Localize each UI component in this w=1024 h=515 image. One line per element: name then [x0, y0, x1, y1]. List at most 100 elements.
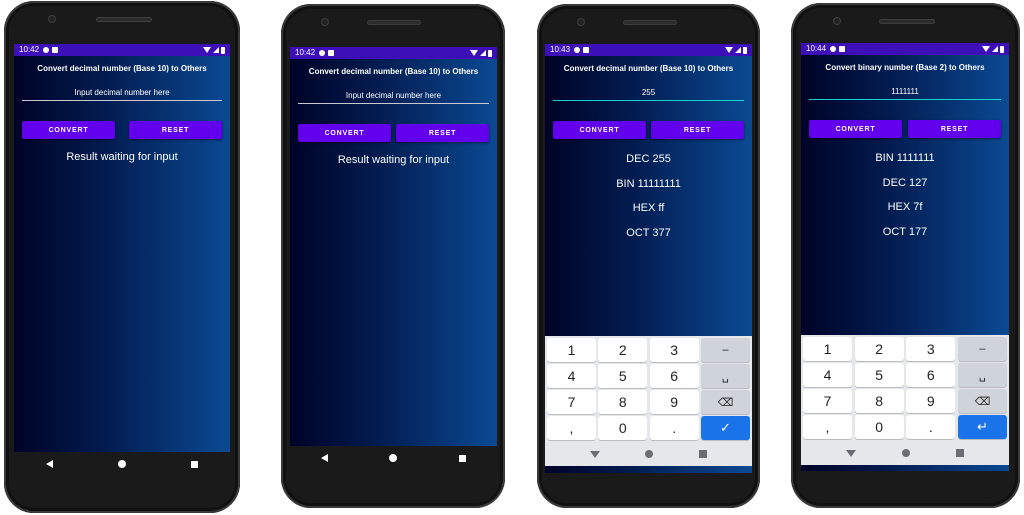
- backspace-icon[interactable]: ⌫: [700, 390, 750, 414]
- sim-icon: [839, 46, 846, 52]
- result-dec: DEC 127: [882, 176, 928, 189]
- result-oct: OCT 177: [882, 225, 928, 238]
- result-placeholder: Result waiting for input: [337, 154, 450, 166]
- key-0[interactable]: 0: [598, 416, 648, 440]
- key-8[interactable]: 8: [854, 389, 904, 413]
- results-list: DEC 255 BIN 11111111 HEX ff OCT 377: [545, 151, 752, 249]
- status-time: 10:42: [295, 48, 316, 57]
- key-minus[interactable]: –: [700, 338, 750, 362]
- back-icon[interactable]: [46, 460, 54, 468]
- signal-icon: [992, 46, 998, 52]
- key-7[interactable]: 7: [547, 390, 596, 414]
- key-8[interactable]: 8: [598, 390, 648, 414]
- home-icon[interactable]: [902, 449, 910, 457]
- signal-icon: [480, 50, 486, 56]
- number-input[interactable]: 255: [553, 87, 744, 101]
- key-minus[interactable]: –: [957, 337, 1007, 361]
- back-icon[interactable]: [589, 450, 600, 458]
- key-9[interactable]: 9: [649, 390, 699, 414]
- convert-button[interactable]: CONVERT: [298, 124, 391, 142]
- key-3[interactable]: 3: [649, 338, 699, 362]
- keyboard-nav-bar: [547, 442, 750, 466]
- status-time: 10:44: [806, 44, 827, 53]
- sim-icon: [583, 47, 590, 53]
- key-4[interactable]: 4: [547, 364, 596, 388]
- convert-button[interactable]: CONVERT: [809, 120, 902, 138]
- recents-icon[interactable]: [459, 454, 467, 462]
- key-3[interactable]: 3: [906, 337, 956, 361]
- button-row: CONVERT RESET: [553, 121, 744, 139]
- camera-icon: [321, 18, 329, 26]
- result-hex: HEX ff: [632, 202, 665, 214]
- sync-icon: [43, 47, 50, 53]
- sim-icon: [328, 50, 335, 56]
- recents-icon[interactable]: [699, 450, 708, 458]
- numeric-keyboard: 1 2 3 – 4 5 6 ␣ 7 8 9 ⌫: [801, 335, 1009, 465]
- check-icon[interactable]: ✓: [700, 416, 750, 440]
- keyboard-row: , 0 . ✓: [547, 416, 750, 440]
- space-key-icon[interactable]: ␣: [957, 363, 1007, 387]
- number-input[interactable]: Input decimal number here: [22, 87, 222, 101]
- back-icon[interactable]: [846, 449, 856, 457]
- result-placeholder: Result waiting for input: [66, 151, 178, 163]
- convert-button[interactable]: CONVERT: [553, 121, 646, 139]
- home-icon[interactable]: [389, 454, 398, 462]
- speaker-grille: [623, 20, 677, 25]
- screen-4: 10:44 Convert binary number (Base 2) to …: [801, 43, 1009, 471]
- key-1[interactable]: 1: [547, 338, 596, 362]
- page-title: Convert decimal number (Base 10) to Othe…: [563, 64, 734, 73]
- wifi-icon: [203, 47, 211, 53]
- status-time: 10:43: [550, 45, 571, 54]
- key-2[interactable]: 2: [854, 337, 904, 361]
- speaker-grille: [96, 17, 152, 22]
- key-6[interactable]: 6: [906, 363, 956, 387]
- number-input[interactable]: 1111111: [809, 86, 1001, 100]
- reset-button[interactable]: RESET: [129, 121, 222, 139]
- button-row: CONVERT RESET: [298, 124, 489, 142]
- back-icon[interactable]: [320, 454, 328, 462]
- status-bar: 10:44: [801, 43, 1009, 55]
- key-period[interactable]: .: [649, 416, 699, 440]
- sim-icon: [52, 47, 59, 53]
- home-icon[interactable]: [117, 460, 126, 468]
- key-2[interactable]: 2: [598, 338, 648, 362]
- reset-button[interactable]: RESET: [651, 121, 744, 139]
- key-5[interactable]: 5: [854, 363, 904, 387]
- reset-button[interactable]: RESET: [908, 120, 1001, 138]
- convert-button[interactable]: CONVERT: [22, 121, 115, 139]
- home-icon[interactable]: [645, 450, 654, 458]
- space-key-icon[interactable]: ␣: [700, 364, 750, 388]
- number-input[interactable]: Input decimal number here: [298, 90, 489, 104]
- key-9[interactable]: 9: [906, 389, 956, 413]
- keyboard-row: 1 2 3 –: [547, 338, 750, 362]
- status-bar: 10:43: [545, 44, 752, 56]
- battery-icon: [743, 46, 747, 54]
- app-content: Convert decimal number (Base 10) to Othe…: [14, 56, 230, 452]
- key-1[interactable]: 1: [803, 337, 852, 361]
- results-list: BIN 1111111 DEC 127 HEX 7f OCT 177: [801, 150, 1009, 248]
- page-title: Convert binary number (Base 2) to Others: [825, 63, 985, 72]
- key-6[interactable]: 6: [649, 364, 699, 388]
- keyboard-row: 7 8 9 ⌫: [547, 390, 750, 414]
- result-bin: BIN 1111111: [875, 152, 935, 164]
- key-7[interactable]: 7: [803, 389, 852, 413]
- key-4[interactable]: 4: [803, 363, 852, 387]
- enter-icon[interactable]: ↵: [957, 415, 1007, 439]
- key-5[interactable]: 5: [598, 364, 648, 388]
- sync-icon: [319, 50, 326, 56]
- reset-button[interactable]: RESET: [396, 124, 489, 142]
- battery-icon: [1000, 45, 1004, 53]
- recents-icon[interactable]: [190, 460, 198, 468]
- recents-icon[interactable]: [956, 449, 964, 457]
- wifi-icon: [982, 46, 990, 52]
- phone-1: 10:42 Convert decimal number (Base 10) t…: [4, 1, 240, 513]
- nav-bar: [290, 447, 497, 469]
- key-0[interactable]: 0: [854, 415, 904, 439]
- status-bar: 10:42: [290, 47, 497, 59]
- backspace-icon[interactable]: ⌫: [957, 389, 1007, 413]
- battery-icon: [488, 49, 492, 57]
- key-period[interactable]: .: [906, 415, 956, 439]
- key-comma[interactable]: ,: [803, 415, 852, 439]
- screen-1: 10:42 Convert decimal number (Base 10) t…: [14, 44, 230, 452]
- key-comma[interactable]: ,: [547, 416, 596, 440]
